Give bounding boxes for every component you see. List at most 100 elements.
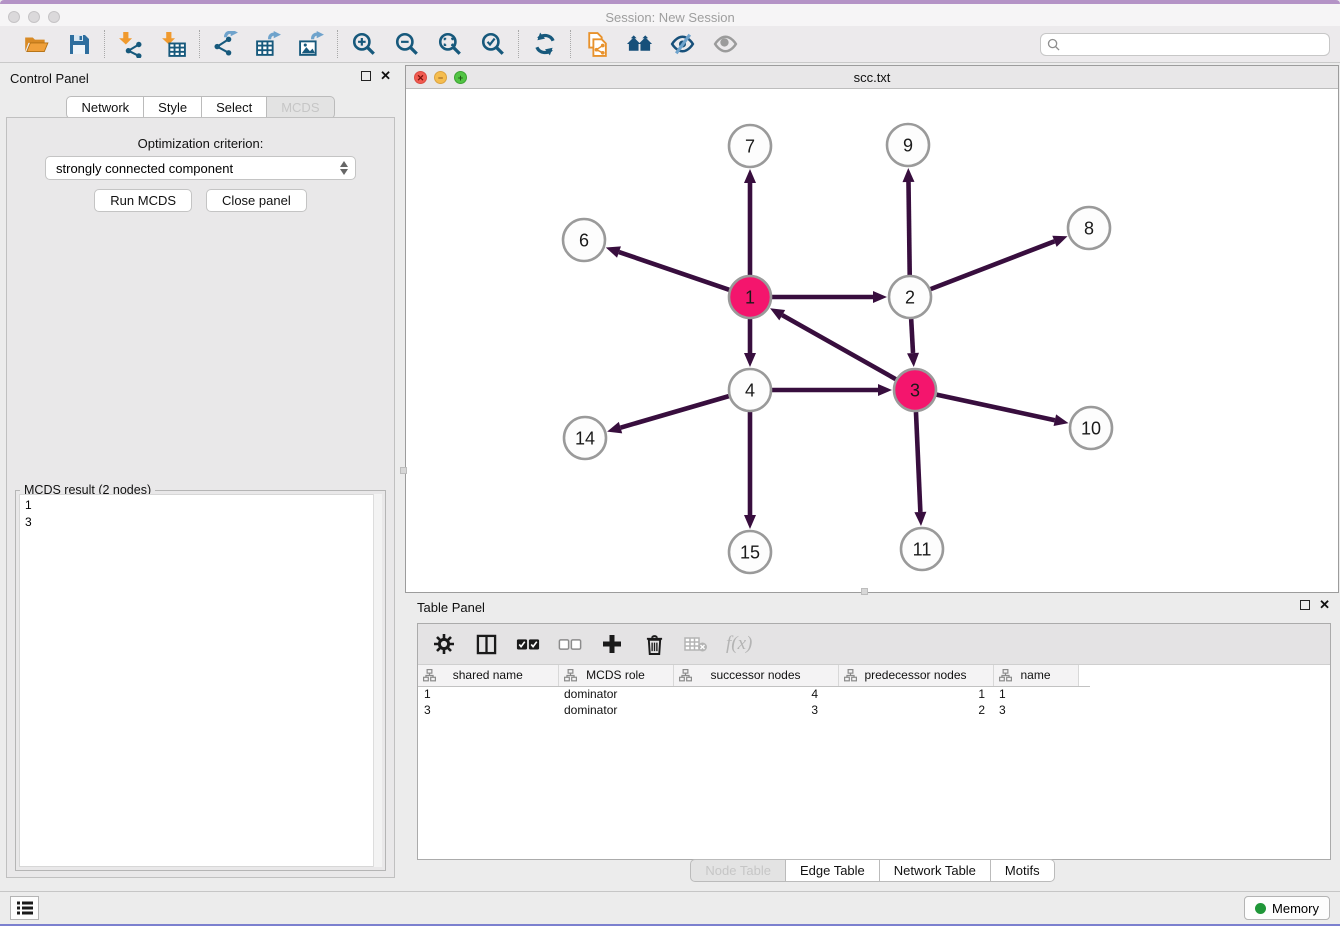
zoom-fit-icon[interactable] [436, 31, 463, 58]
export-table-icon[interactable] [255, 31, 282, 58]
table-cell[interactable]: 3 [993, 702, 1078, 718]
edge-1-6[interactable] [619, 252, 729, 290]
table-panel: Table Panel ✕ [405, 595, 1340, 890]
task-history-button[interactable] [10, 896, 39, 920]
memory-button[interactable]: Memory [1244, 896, 1330, 920]
show-column-icon[interactable] [474, 632, 498, 656]
list-icon [16, 900, 34, 916]
tab-network[interactable]: Network [66, 96, 144, 119]
table-cell[interactable]: 3 [673, 702, 838, 718]
run-mcds-button[interactable]: Run MCDS [94, 189, 192, 212]
mcds-result-text[interactable]: 13 [19, 494, 382, 867]
tab-mcds[interactable]: MCDS [267, 96, 334, 119]
main-toolbar [0, 26, 1340, 63]
float-table-panel-icon[interactable] [1300, 600, 1310, 610]
edge-2-3[interactable] [911, 319, 913, 353]
search-container [1040, 33, 1330, 56]
control-panel-tabs: NetworkStyleSelectMCDS [0, 96, 401, 119]
titlebar: Session: New Session [0, 4, 1340, 26]
float-panel-icon[interactable] [361, 71, 371, 81]
edge-3-1[interactable] [782, 315, 896, 379]
tab-node-table[interactable]: Node Table [690, 859, 786, 882]
mcds-result-scrollbar[interactable] [373, 494, 382, 867]
mcds-tab-content: Optimization criterion: strongly connect… [6, 117, 395, 878]
edge-2-9[interactable] [908, 182, 909, 275]
column-header-successor-nodes[interactable]: successor nodes [673, 665, 838, 686]
network-canvas[interactable]: 7968124314101511 [406, 89, 1338, 592]
table-cell[interactable]: 2 [838, 702, 993, 718]
function-builder-icon: f(x) [726, 633, 752, 655]
table-cell[interactable]: 1 [993, 686, 1078, 702]
home-layout-icon[interactable] [626, 31, 653, 58]
window-title: Session: New Session [0, 8, 1340, 28]
column-header-predecessor-nodes[interactable]: predecessor nodes [838, 665, 993, 686]
tab-edge-table[interactable]: Edge Table [786, 859, 880, 882]
table-row[interactable]: 3dominator323 [418, 702, 1090, 718]
network-window-title: scc.txt [406, 66, 1338, 89]
delete-column-icon[interactable] [642, 632, 666, 656]
graph-node-label: 10 [1081, 418, 1101, 438]
export-image-icon[interactable] [298, 31, 325, 58]
table-cell[interactable]: 1 [418, 686, 558, 702]
tab-motifs[interactable]: Motifs [991, 859, 1055, 882]
network-close-icon[interactable]: ✕ [414, 71, 427, 84]
save-session-icon[interactable] [65, 31, 92, 58]
hide-graphics-details-icon[interactable] [669, 31, 696, 58]
graph-node-label: 3 [910, 380, 920, 400]
column-header-name[interactable]: name [993, 665, 1078, 686]
table-cell[interactable]: 3 [418, 702, 558, 718]
table-row[interactable]: 1dominator411 [418, 686, 1090, 702]
network-graph: 7968124314101511 [406, 89, 1338, 592]
close-panel-icon[interactable]: ✕ [380, 71, 391, 81]
select-all-icon[interactable] [516, 632, 540, 656]
zoom-in-icon[interactable] [350, 31, 377, 58]
graph-node-label: 8 [1084, 218, 1094, 238]
column-header-shared-name[interactable]: shared name [418, 665, 558, 686]
tab-select[interactable]: Select [202, 96, 267, 119]
network-maximize-icon[interactable]: + [454, 71, 467, 84]
clone-network-icon[interactable] [583, 31, 610, 58]
import-table-icon[interactable] [160, 31, 187, 58]
tab-network-table[interactable]: Network Table [880, 859, 991, 882]
edge-2-8[interactable] [931, 241, 1055, 289]
table-cell[interactable]: 4 [673, 686, 838, 702]
open-session-icon[interactable] [22, 31, 49, 58]
deselect-all-icon[interactable] [558, 632, 582, 656]
close-panel-button[interactable]: Close panel [206, 189, 307, 212]
edge-4-14[interactable] [621, 396, 729, 428]
network-minimize-icon[interactable]: − [434, 71, 447, 84]
vertical-splitter-grip[interactable] [400, 467, 407, 474]
horizontal-splitter-grip[interactable] [861, 588, 868, 595]
mcds-result-line: 1 [25, 497, 376, 514]
graph-node-label: 7 [745, 136, 755, 156]
search-input[interactable] [1040, 33, 1330, 56]
graph-node-label: 9 [903, 135, 913, 155]
edge-3-11[interactable] [916, 412, 920, 512]
add-column-icon[interactable] [600, 632, 624, 656]
status-bar: Memory [0, 891, 1340, 924]
table-settings-icon[interactable] [432, 632, 456, 656]
zoom-out-icon[interactable] [393, 31, 420, 58]
table-cell[interactable]: dominator [558, 702, 673, 718]
control-panel: Control Panel ✕ NetworkStyleSelectMCDS O… [0, 63, 401, 891]
table-panel-title: Table Panel [417, 600, 485, 615]
memory-status-icon [1255, 903, 1266, 914]
table-cell[interactable]: 1 [838, 686, 993, 702]
show-graphics-details-icon[interactable] [712, 31, 739, 58]
table-cell[interactable]: dominator [558, 686, 673, 702]
graph-node-label: 4 [745, 380, 755, 400]
column-header-MCDS-role[interactable]: MCDS role [558, 665, 673, 686]
search-icon [1047, 38, 1060, 51]
graph-node-label: 14 [575, 428, 595, 448]
graph-node-label: 11 [913, 539, 932, 559]
zoom-selected-icon[interactable] [479, 31, 506, 58]
refresh-layout-icon[interactable] [531, 31, 558, 58]
optimization-criterion-select[interactable]: strongly connected component [45, 156, 356, 180]
tab-style[interactable]: Style [144, 96, 202, 119]
edge-3-10[interactable] [937, 395, 1055, 421]
import-network-icon[interactable] [117, 31, 144, 58]
export-network-icon[interactable] [212, 31, 239, 58]
memory-label: Memory [1272, 901, 1319, 916]
graph-node-label: 2 [905, 287, 915, 307]
close-table-panel-icon[interactable]: ✕ [1319, 600, 1330, 610]
